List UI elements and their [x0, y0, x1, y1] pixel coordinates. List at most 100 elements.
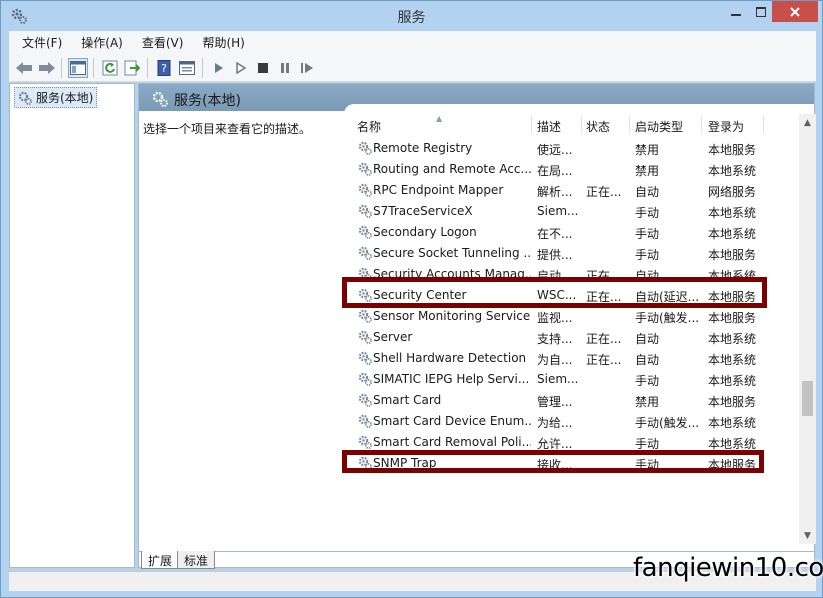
- service-gear-icon: [357, 329, 373, 345]
- title-bar: 服务: [1, 1, 822, 31]
- service-logon-as: 本地系统: [708, 374, 757, 388]
- help-icon: ?: [157, 60, 171, 76]
- menu-view[interactable]: 查看(V): [129, 34, 190, 51]
- highlight-box: [342, 450, 764, 473]
- play-icon: [215, 63, 223, 73]
- start-paused-service-button[interactable]: [231, 58, 251, 78]
- service-description: 选择一个项目来查看它的描述。: [143, 122, 312, 136]
- scroll-down-button[interactable]: ▼: [799, 527, 816, 544]
- service-row[interactable]: Routing and Remote Acc... 在局... 禁用 本地系统: [344, 159, 799, 180]
- service-row[interactable]: S7TraceServiceX Siem... 手动 本地系统: [344, 201, 799, 222]
- service-row[interactable]: Secondary Logon 在不... 手动 本地系统: [344, 222, 799, 243]
- service-name: Smart Card Removal Poli...: [373, 435, 531, 449]
- toolbar-separator: [93, 58, 94, 78]
- service-name: Sensor Monitoring Service: [373, 309, 531, 323]
- show-console-tree-button[interactable]: [68, 58, 88, 78]
- column-divider[interactable]: [701, 116, 702, 134]
- maximize-button[interactable]: [749, 1, 772, 22]
- service-row[interactable]: Smart Card 管理... 禁用 本地服务: [344, 390, 799, 411]
- gear-icon: [18, 91, 32, 105]
- service-row[interactable]: RPC Endpoint Mapper 解析... 正在... 自动 网络服务: [344, 180, 799, 201]
- tree-item-services-local[interactable]: 服务(本地): [14, 87, 98, 108]
- column-name[interactable]: 名称: [357, 118, 381, 135]
- service-startup-type: 手动: [635, 248, 660, 262]
- column-divider[interactable]: [629, 116, 630, 134]
- service-row[interactable]: Shell Hardware Detection 为自... 正在... 自动 本地系统: [344, 348, 799, 369]
- service-description-cell: 为给...: [537, 416, 573, 430]
- service-logon-as: 本地系统: [708, 416, 757, 430]
- service-row[interactable]: Smart Card Device Enum... 为给... 手动(触发... 本地…: [344, 411, 799, 432]
- tab-standard[interactable]: 标准: [177, 551, 216, 569]
- service-logon-as: 网络服务: [708, 185, 757, 199]
- service-logon-as: 本地服务: [708, 311, 757, 325]
- service-row[interactable]: Secure Socket Tunneling ... 提供... 手动 本地服务: [344, 243, 799, 264]
- export-list-button[interactable]: [122, 58, 142, 78]
- refresh-button[interactable]: [100, 58, 120, 78]
- column-description[interactable]: 描述: [537, 118, 561, 135]
- scroll-up-button[interactable]: ▲: [799, 114, 816, 131]
- restart-service-button[interactable]: [297, 58, 317, 78]
- back-button[interactable]: [14, 58, 34, 78]
- menu-bar: 文件(F) 操作(A) 查看(V) 帮助(H): [9, 31, 816, 53]
- service-description-cell: Siem...: [537, 372, 579, 386]
- column-divider[interactable]: [531, 116, 532, 134]
- column-startup-type[interactable]: 启动类型: [635, 118, 683, 135]
- scroll-thumb[interactable]: [802, 381, 813, 416]
- service-row[interactable]: SIMATIC IEPG Help Servi... Siem... 手动 本地系统: [344, 369, 799, 390]
- service-gear-icon: [357, 224, 373, 240]
- forward-button[interactable]: [37, 58, 57, 78]
- service-name: Secure Socket Tunneling ...: [373, 246, 531, 260]
- help-button[interactable]: ?: [154, 58, 174, 78]
- maximize-icon: [755, 6, 766, 17]
- service-name: Shell Hardware Detection: [373, 351, 527, 365]
- console-tree: 服务(本地): [9, 83, 135, 568]
- service-startup-type: 自动: [635, 332, 660, 346]
- vertical-scrollbar[interactable]: ▲ ▼: [799, 114, 816, 544]
- service-gear-icon: [357, 350, 373, 366]
- close-button[interactable]: [772, 1, 818, 22]
- service-logon-as: 本地系统: [708, 227, 757, 241]
- refresh-icon: [102, 60, 118, 76]
- chevron-up-icon: ▲: [804, 117, 811, 128]
- restart-icon: [301, 63, 313, 73]
- service-gear-icon: [357, 140, 373, 156]
- services-list: ▲ 名称 描述 状态 启动类型 登录为 Remote Registry 使远...…: [342, 104, 816, 544]
- start-service-button[interactable]: [209, 58, 229, 78]
- tree-item-label: 服务(本地): [36, 91, 94, 105]
- toolbar-separator: [147, 58, 148, 78]
- service-logon-as: 本地服务: [708, 248, 757, 262]
- minimize-button[interactable]: [723, 1, 749, 22]
- service-description-cell: 在局...: [537, 164, 573, 178]
- toolbar: ?: [9, 53, 816, 82]
- arrow-left-icon: [16, 62, 32, 74]
- properties-button[interactable]: [177, 58, 197, 78]
- service-row[interactable]: Sensor Monitoring Service 监视... 手动(触发... 本地…: [344, 306, 799, 327]
- service-row[interactable]: Remote Registry 使远... 禁用 本地服务: [344, 138, 799, 159]
- menu-action[interactable]: 操作(A): [68, 34, 129, 51]
- menu-help[interactable]: 帮助(H): [189, 34, 250, 51]
- stop-service-button[interactable]: [253, 58, 273, 78]
- tab-extended[interactable]: 扩展: [141, 551, 180, 569]
- pause-service-button[interactable]: [275, 58, 295, 78]
- service-name: Routing and Remote Acc...: [373, 162, 531, 176]
- chevron-down-icon: ▼: [804, 530, 811, 541]
- service-logon-as: 本地系统: [708, 353, 757, 367]
- service-gear-icon: [357, 434, 373, 450]
- column-status[interactable]: 状态: [586, 118, 610, 135]
- arrow-right-icon: [39, 62, 55, 74]
- service-gear-icon: [357, 203, 373, 219]
- column-divider[interactable]: [581, 116, 582, 134]
- column-logon-as[interactable]: 登录为: [708, 118, 744, 135]
- service-gear-icon: [357, 308, 373, 324]
- service-status: 正在...: [586, 353, 622, 367]
- watermark: fanqiewin10.com: [633, 553, 823, 583]
- service-row[interactable]: Server 支持... 正在... 自动 本地系统: [344, 327, 799, 348]
- service-description-cell: 监视...: [537, 311, 573, 325]
- services-panel: 服务(本地) 选择一个项目来查看它的描述。 ▲ 名称 描述 状态 启动类型 登录…: [138, 83, 816, 569]
- svg-text:?: ?: [161, 62, 167, 75]
- play-outline-icon: [236, 62, 247, 74]
- close-icon: [790, 6, 800, 17]
- service-startup-type: 禁用: [635, 164, 660, 178]
- column-divider[interactable]: [763, 116, 764, 134]
- menu-file[interactable]: 文件(F): [9, 34, 68, 51]
